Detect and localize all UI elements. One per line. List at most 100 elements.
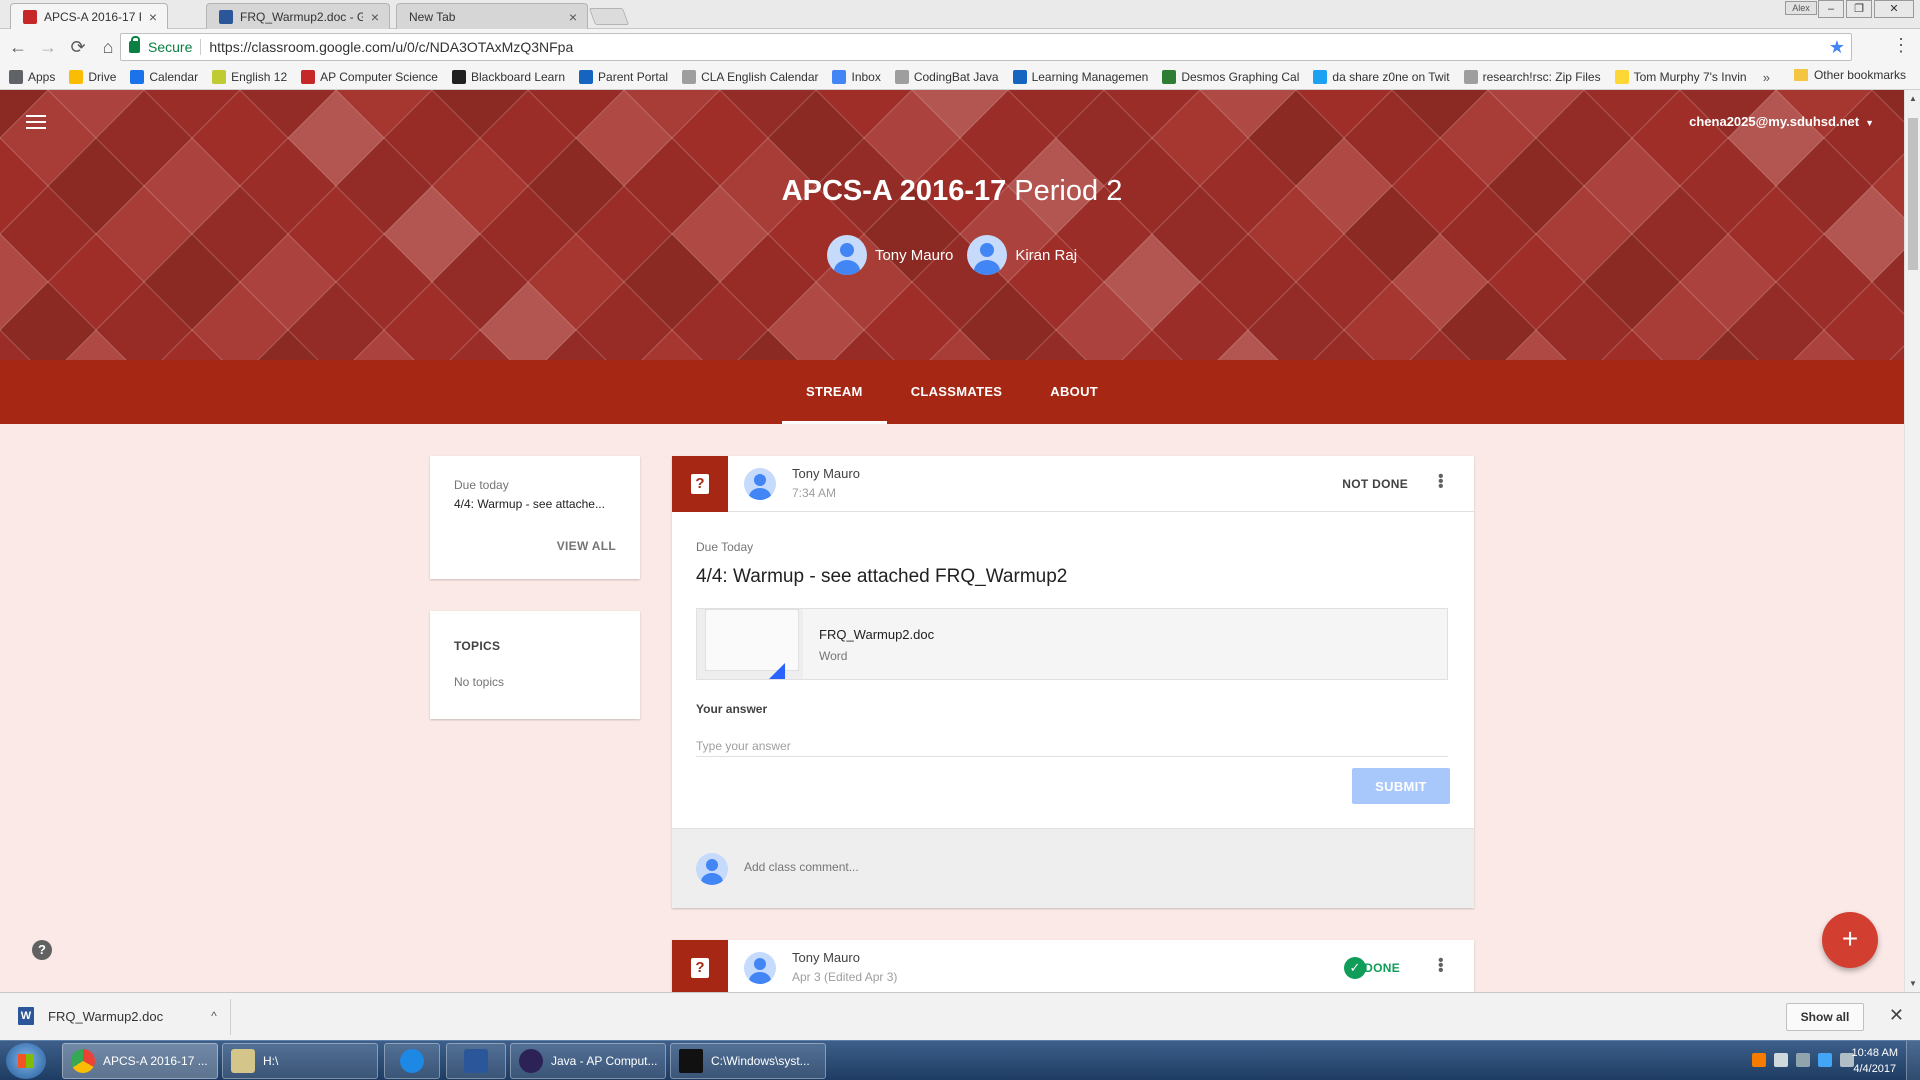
user-avatar bbox=[696, 853, 728, 885]
bookmarks-bar: Apps Drive Calendar English 12 AP Computer S… bbox=[0, 65, 1920, 90]
teacher-avatar bbox=[826, 235, 867, 275]
account-menu[interactable]: chena2025@my.sduhsd.net ▼ bbox=[1689, 114, 1874, 129]
profile-badge[interactable]: Alex bbox=[1785, 1, 1817, 15]
no-topics-text: No topics bbox=[454, 675, 505, 689]
folder-icon bbox=[231, 1049, 255, 1073]
start-button[interactable] bbox=[6, 1043, 46, 1079]
bookmark-item[interactable]: Drive bbox=[69, 70, 116, 84]
help-icon[interactable]: ? bbox=[32, 940, 52, 960]
taskbar-item-explorer[interactable]: H:\ bbox=[222, 1043, 378, 1079]
bookmark-label: Inbox bbox=[851, 70, 881, 84]
class-comment-input[interactable]: Add class comment... bbox=[744, 860, 859, 874]
minimize-button[interactable]: – bbox=[1818, 0, 1844, 18]
windows-taskbar: APCS-A 2016-17 ... H:\ Java - AP Comput.… bbox=[0, 1040, 1920, 1080]
bookmark-item[interactable]: Tom Murphy 7's Invin bbox=[1614, 70, 1747, 84]
attachment-type: Word bbox=[819, 649, 848, 663]
restore-button[interactable]: ❐ bbox=[1846, 0, 1872, 18]
tray-network-icon[interactable] bbox=[1796, 1053, 1810, 1067]
post-title[interactable]: 4/4: Warmup - see attached FRQ_Warmup2 bbox=[696, 566, 1067, 588]
address-bar[interactable]: Secure https://classroom.google.com/u/0/… bbox=[120, 33, 1852, 61]
course-section: Period 2 bbox=[1006, 175, 1123, 207]
new-tab-button[interactable] bbox=[588, 8, 630, 25]
bookmark-favicon-icon bbox=[1162, 70, 1177, 84]
tab-stream[interactable]: STREAM bbox=[781, 360, 887, 424]
omnibox-divider bbox=[200, 39, 202, 55]
scroll-down-arrow-icon[interactable]: ▼ bbox=[1909, 979, 1917, 988]
tab-about[interactable]: ABOUT bbox=[1026, 360, 1122, 424]
attachment-card[interactable]: FRQ_Warmup2.doc Word bbox=[696, 608, 1448, 680]
more-options-icon[interactable]: • • • bbox=[1438, 469, 1444, 495]
topics-card: TOPICS No topics bbox=[430, 611, 640, 719]
close-icon[interactable]: ✕ bbox=[1889, 1005, 1904, 1026]
browser-tab-new[interactable]: New Tab × bbox=[396, 3, 588, 29]
post-time: Apr 3 (Edited Apr 3) bbox=[792, 970, 898, 984]
tab-close-icon[interactable]: × bbox=[569, 9, 577, 25]
download-item[interactable]: W FRQ_Warmup2.doc ^ bbox=[18, 1007, 217, 1025]
question-mark-glyph: ? bbox=[691, 474, 709, 494]
bookmark-item[interactable]: AP Computer Science bbox=[301, 70, 438, 84]
reload-icon[interactable]: ⟳ bbox=[66, 35, 90, 59]
bookmark-item[interactable]: English 12 bbox=[212, 70, 287, 84]
forward-arrow-icon[interactable]: → bbox=[36, 35, 60, 59]
tray-app-icon[interactable] bbox=[1752, 1053, 1766, 1067]
scroll-up-arrow-icon[interactable]: ▲ bbox=[1909, 94, 1917, 103]
browser-tab-classroom[interactable]: APCS-A 2016-17 Period 2 × bbox=[10, 3, 168, 30]
bookmark-label: CLA English Calendar bbox=[701, 70, 819, 84]
show-all-button[interactable]: Show all bbox=[1786, 1003, 1864, 1031]
bookmark-label: Apps bbox=[28, 70, 56, 84]
tab-close-icon[interactable]: × bbox=[371, 9, 379, 25]
taskbar-label: APCS-A 2016-17 ... bbox=[103, 1054, 208, 1068]
taskbar-item-ie[interactable] bbox=[384, 1043, 440, 1079]
browser-tab-docs[interactable]: FRQ_Warmup2.doc - Goo × bbox=[206, 3, 390, 29]
create-post-button[interactable]: + bbox=[1822, 912, 1878, 968]
taskbar-item-word[interactable] bbox=[446, 1043, 506, 1079]
teacher-name: Kiran Raj bbox=[1015, 246, 1078, 264]
bookmark-item[interactable]: CLA English Calendar bbox=[682, 70, 818, 84]
teacher-name: Tony Mauro bbox=[874, 246, 954, 264]
taskbar-label: H:\ bbox=[263, 1054, 279, 1068]
system-clock[interactable]: 10:48 AM 4/4/2017 bbox=[1852, 1045, 1898, 1077]
tab-classmates[interactable]: CLASSMATES bbox=[887, 360, 1027, 424]
show-desktop-button[interactable] bbox=[1906, 1041, 1920, 1080]
close-window-button[interactable]: ✕ bbox=[1874, 0, 1914, 18]
bookmark-item[interactable]: da share z0ne on Twit bbox=[1313, 70, 1450, 84]
word-file-icon: W bbox=[18, 1007, 34, 1025]
bookmark-item[interactable]: research!rsc: Zip Files bbox=[1463, 70, 1601, 84]
view-all-button[interactable]: VIEW ALL bbox=[557, 539, 616, 553]
chevron-up-icon[interactable]: ^ bbox=[211, 1009, 217, 1023]
tray-flag-icon[interactable] bbox=[1818, 1053, 1832, 1067]
taskbar-item-eclipse[interactable]: Java - AP Comput... bbox=[510, 1043, 666, 1079]
bookmarks-overflow-icon[interactable]: » bbox=[1763, 70, 1770, 85]
tray-tool-icon[interactable] bbox=[1774, 1053, 1788, 1067]
post-time: 7:34 AM bbox=[792, 486, 837, 500]
upcoming-assignment-link[interactable]: 4/4: Warmup - see attache... bbox=[454, 497, 616, 511]
submit-button[interactable]: SUBMIT bbox=[1352, 768, 1450, 804]
bookmark-star-icon[interactable]: ★ bbox=[1829, 37, 1845, 58]
teacher-chip[interactable]: Kiran Raj bbox=[967, 235, 1077, 275]
answer-input[interactable] bbox=[696, 735, 1448, 757]
bookmark-item[interactable]: Desmos Graphing Cal bbox=[1162, 70, 1299, 84]
more-options-icon[interactable]: • • • bbox=[1438, 953, 1444, 979]
bookmark-label: AP Computer Science bbox=[320, 70, 438, 84]
scrollbar-thumb[interactable] bbox=[1908, 118, 1918, 270]
bookmark-item[interactable]: Parent Portal bbox=[579, 70, 668, 84]
back-arrow-icon[interactable]: ← bbox=[6, 35, 30, 59]
bookmark-item[interactable]: Blackboard Learn bbox=[451, 70, 565, 84]
bookmark-item[interactable]: Learning Managemen bbox=[1012, 70, 1148, 84]
taskbar-item-cmd[interactable]: C:\Windows\syst... bbox=[670, 1043, 826, 1079]
url-text[interactable]: https://classroom.google.com/u/0/c/NDA3O… bbox=[209, 39, 573, 55]
other-bookmarks[interactable]: Other bookmarks bbox=[1793, 68, 1906, 82]
hamburger-menu-icon[interactable] bbox=[26, 115, 46, 129]
home-icon[interactable]: ⌂ bbox=[96, 35, 120, 59]
taskbar-item-chrome[interactable]: APCS-A 2016-17 ... bbox=[62, 1043, 218, 1079]
page-scrollbar[interactable]: ▲ ▼ bbox=[1904, 90, 1920, 992]
bookmark-item[interactable]: CodingBat Java bbox=[894, 70, 999, 84]
chrome-menu-icon[interactable]: ⋮ bbox=[1892, 35, 1910, 56]
bookmark-favicon-icon bbox=[832, 70, 847, 84]
bookmark-item[interactable]: Calendar bbox=[130, 70, 198, 84]
bookmark-item[interactable]: Inbox bbox=[832, 70, 881, 84]
bookmark-item[interactable]: Apps bbox=[9, 70, 55, 84]
tab-close-icon[interactable]: × bbox=[149, 9, 157, 25]
teacher-chip[interactable]: Tony Mauro bbox=[826, 235, 954, 275]
bookmark-label: research!rsc: Zip Files bbox=[1482, 70, 1601, 84]
